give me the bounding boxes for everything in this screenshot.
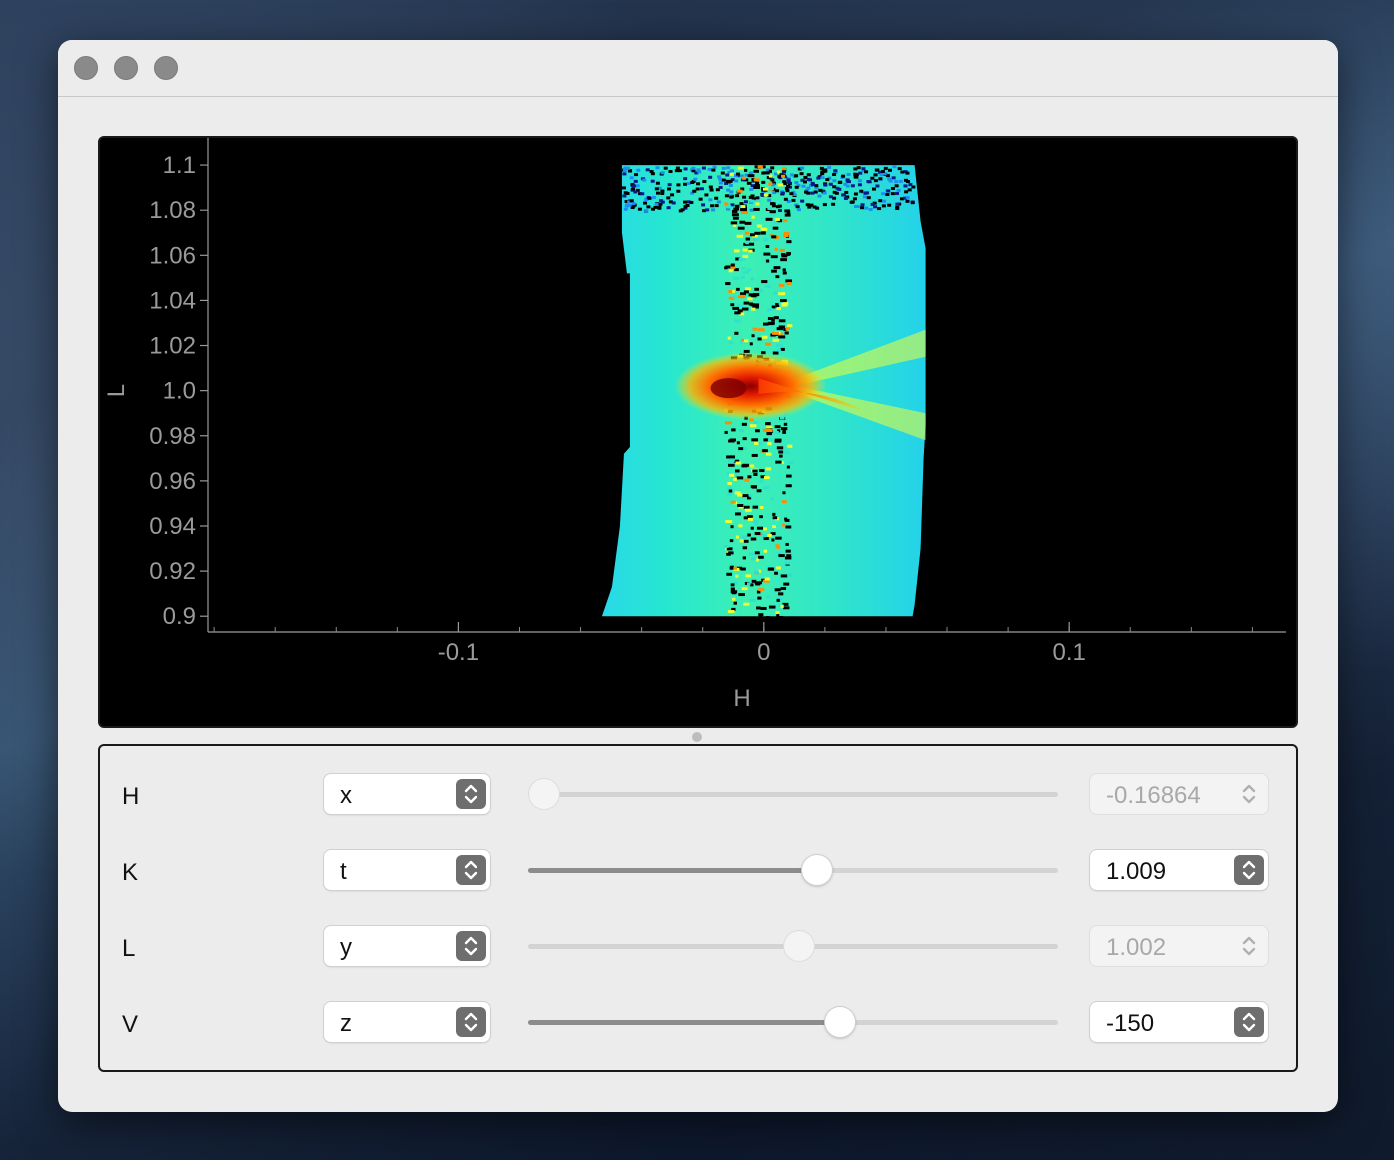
y-tick-label: 0.9 — [163, 603, 196, 630]
x-tick-label: -0.1 — [438, 639, 479, 666]
slider-knob[interactable] — [784, 931, 815, 961]
updown-chevron-icon — [456, 931, 486, 961]
axis-select-value: x — [340, 782, 352, 809]
value-spinbox-h[interactable]: -0.16864 — [1090, 774, 1268, 814]
updown-chevron-icon — [456, 779, 486, 809]
value-spinbox-v[interactable]: -150 — [1090, 1002, 1268, 1042]
heatmap-intensity — [601, 165, 926, 620]
app-window: 0.9 0.92 0.94 0.96 0.98 1.0 1.02 1.04 1.06 1.08 1.… — [58, 40, 1338, 1112]
splitter-handle[interactable] — [692, 732, 702, 742]
y-tick-label: 0.92 — [149, 558, 196, 585]
row-label-h: H — [122, 783, 140, 810]
row-label-k: K — [122, 859, 139, 886]
control-row-l: L y 1.002 — [100, 924, 1296, 972]
x-axis-label: H — [733, 685, 750, 712]
slice-controls-panel: H x -0.16864 K t 1.009 L y 1.002 V z -15… — [98, 744, 1298, 1072]
axis-select-h[interactable]: x — [324, 774, 490, 814]
control-row-h: H x -0.16864 — [100, 772, 1296, 820]
slice-slider-k[interactable] — [528, 848, 1058, 892]
axis-select-value: z — [340, 1010, 352, 1037]
y-axis-label: L — [103, 384, 130, 397]
y-tick-label: 1.0 — [163, 378, 196, 405]
axis-select-value: y — [340, 934, 352, 961]
close-window-button[interactable] — [74, 56, 98, 80]
plot-panel: 0.9 0.92 0.94 0.96 0.98 1.0 1.02 1.04 1.06 1.08 1.… — [98, 136, 1298, 728]
updown-chevron-icon — [1234, 855, 1264, 885]
slider-knob[interactable] — [528, 779, 559, 809]
axis-select-value: t — [340, 858, 347, 885]
updown-chevron-icon — [1234, 1007, 1264, 1037]
row-label-v: V — [122, 1011, 139, 1038]
zoom-window-button[interactable] — [154, 56, 178, 80]
spinbox-value: -0.16864 — [1106, 782, 1201, 809]
axis-select-l[interactable]: y — [324, 926, 490, 966]
spinbox-value: 1.009 — [1106, 858, 1167, 885]
heatmap-plot[interactable]: 0.9 0.92 0.94 0.96 0.98 1.0 1.02 1.04 1.06 1.08 1.… — [100, 138, 1286, 712]
slider-knob[interactable] — [802, 855, 833, 885]
updown-chevron-icon — [1234, 779, 1264, 809]
y-tick-label: 1.06 — [149, 242, 196, 269]
spinbox-value: 1.002 — [1106, 934, 1167, 961]
x-tick-label: 0.1 — [1052, 639, 1085, 666]
axis-select-k[interactable]: t — [324, 850, 490, 890]
heatmap-peak-core — [710, 378, 747, 399]
y-tick-label: 1.08 — [149, 197, 196, 224]
control-row-v: V z -150 — [100, 1000, 1296, 1048]
value-spinbox-k[interactable]: 1.009 — [1090, 850, 1268, 890]
axis-select-v[interactable]: z — [324, 1002, 490, 1042]
slice-slider-h[interactable] — [528, 772, 1058, 816]
minimize-window-button[interactable] — [114, 56, 138, 80]
y-tick-label: 1.02 — [149, 333, 196, 360]
y-tick-label: 1.1 — [163, 152, 196, 179]
slice-slider-v[interactable] — [528, 1000, 1058, 1044]
y-tick-label: 1.04 — [149, 287, 196, 314]
x-tick-label: 0 — [757, 639, 770, 666]
y-tick-label: 0.94 — [149, 513, 196, 540]
value-spinbox-l[interactable]: 1.002 — [1090, 926, 1268, 966]
slice-slider-l[interactable] — [528, 924, 1058, 968]
row-label-l: L — [122, 935, 136, 962]
control-row-k: K t 1.009 — [100, 848, 1296, 896]
spinbox-value: -150 — [1106, 1010, 1155, 1037]
y-tick-label: 0.96 — [149, 468, 196, 495]
updown-chevron-icon — [1234, 931, 1264, 961]
updown-chevron-icon — [456, 1007, 486, 1037]
y-tick-label: 0.98 — [149, 423, 196, 450]
updown-chevron-icon — [456, 855, 486, 885]
slider-knob[interactable] — [824, 1007, 855, 1037]
heatmap-peak — [674, 352, 827, 421]
title-bar — [58, 40, 1338, 97]
